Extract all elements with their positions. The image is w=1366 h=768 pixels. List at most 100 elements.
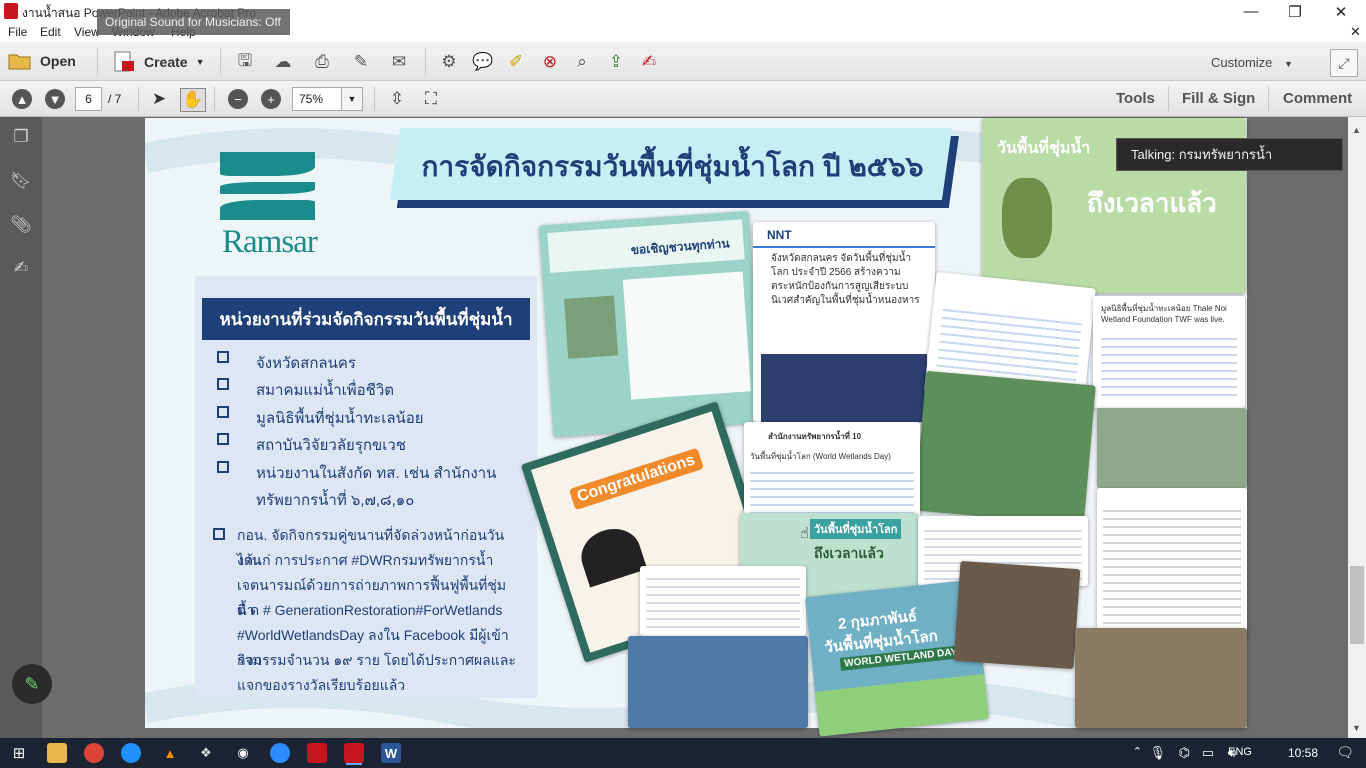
talking-indicator: Talking: กรมทรัพยากรน้ำ <box>1116 138 1343 171</box>
zoom-dropdown-chevron-icon[interactable]: ▼ <box>341 87 363 111</box>
facebook-comment-post-image <box>640 566 806 636</box>
facebook-text-post-image <box>1097 488 1247 638</box>
save-icon[interactable]: 🖫 <box>234 51 256 72</box>
toolbar-divider <box>138 87 139 111</box>
page-thumbnails-icon[interactable]: ❐ <box>10 127 32 147</box>
select-cursor-icon[interactable]: ➤ <box>148 89 170 109</box>
expand-icon[interactable]: ⤢ <box>1330 49 1358 77</box>
zoom-app-icon[interactable] <box>270 743 290 763</box>
foundation-live-post-image: มูลนิธิพื้นที่ชุ่มน้ำทะเลน้อย Thale Noi … <box>1093 296 1245 408</box>
word-icon[interactable]: W <box>381 743 401 763</box>
activity-paragraph-line: ติ ด # GenerationRestoration#ForWetlands <box>237 602 503 618</box>
attachment-icon[interactable]: 📎︎ <box>10 215 32 235</box>
windows-start-icon[interactable]: ⊞ <box>9 743 29 763</box>
maximize-button[interactable]: ❐ <box>1272 0 1318 23</box>
fill-sign-pane-button[interactable]: Fill & Sign <box>1182 90 1255 107</box>
doc-close-button[interactable]: ✕ <box>1350 24 1361 40</box>
chrome-icon[interactable] <box>84 743 104 763</box>
edge-icon[interactable] <box>121 743 141 763</box>
acrobat-active-icon[interactable] <box>344 743 364 763</box>
org-item-continued: ทรัพยากรน้ำที่ ๖,๗,๘,๑๐ <box>256 492 415 509</box>
comment-pane-button[interactable]: Comment <box>1283 90 1352 107</box>
main-toolbar: Open Create ▼ 🖫 ☁ ⎙ ✎ ✉ ⚙ 💬 ✐ ⊗ ⌕ ⇪ ✍ Cu… <box>0 42 1366 81</box>
vertical-scrollbar[interactable]: ▲ ▼ <box>1348 117 1366 738</box>
hand-cursor-icon: ☝ <box>800 525 810 542</box>
page-number-input[interactable]: 6 <box>75 87 102 111</box>
comment-bubble-icon[interactable]: 💬 <box>472 52 494 72</box>
menu-view[interactable]: View <box>74 25 100 39</box>
zoom-in-icon[interactable]: + <box>261 89 281 109</box>
scroll-up-icon[interactable]: ▲ <box>1352 125 1361 135</box>
toolbar-divider <box>1168 87 1169 111</box>
org-item: สถาบันวิจัยวลัยรุกขเวช <box>256 437 406 454</box>
file-explorer-icon[interactable] <box>47 743 67 763</box>
menu-file[interactable]: File <box>8 25 27 39</box>
fb-post-page-name: สำนักงานทรัพยากรน้ำที่ 10 <box>768 432 862 441</box>
close-button[interactable]: ✕ <box>1318 0 1364 23</box>
ramsar-logo: Ramsar <box>220 152 318 260</box>
checkbox-bullet <box>217 351 229 363</box>
customize-button[interactable]: Customize ▼ <box>1211 55 1293 70</box>
gear-icon[interactable]: ⚙ <box>438 52 460 72</box>
microphone-icon[interactable]: 🎙︎ <box>1149 745 1166 761</box>
signature-panel-icon[interactable]: ✍ <box>10 258 32 278</box>
language-indicator[interactable]: ENG <box>1228 746 1252 758</box>
activity-paragraph-line: กิจกรรมจำนวน ๑๙ ราย โดยได้ประกาศผลและ <box>237 652 516 668</box>
scrollbar-thumb[interactable] <box>1350 566 1364 644</box>
zoom-input[interactable]: 75% <box>292 87 342 111</box>
network-icon[interactable]: ⌬ <box>1179 745 1190 761</box>
navigation-toolbar: ▲ ▼ 6 / 7 ➤ ✋ − + 75% ▼ ⇳ ⛶ Tools Fill &… <box>0 81 1366 117</box>
scroll-down-icon[interactable]: ▼ <box>1352 723 1361 733</box>
tray-chevron-up-icon[interactable]: ⌃ <box>1133 745 1142 758</box>
open-label: Open <box>40 53 76 69</box>
minimize-button[interactable]: — <box>1228 0 1274 23</box>
open-button[interactable]: Open <box>8 51 76 71</box>
org-item: จังหวัดสกลนคร <box>256 355 356 372</box>
export-icon[interactable]: ⇪ <box>605 52 627 72</box>
app-icon[interactable]: ◉ <box>233 743 253 763</box>
create-button[interactable]: Create ▼ <box>112 51 205 73</box>
acrobat-icon[interactable] <box>307 743 327 763</box>
edit-pen-icon[interactable]: ✎ <box>12 664 52 704</box>
chevron-down-icon: ▼ <box>1284 59 1293 69</box>
edit-doc-icon[interactable]: ✎ <box>350 52 372 72</box>
next-page-icon[interactable]: ▼ <box>45 89 65 109</box>
sign-icon[interactable]: ✍ <box>638 52 660 72</box>
vlc-icon[interactable]: ▲ <box>160 743 180 763</box>
mail-icon[interactable]: ✉ <box>388 52 410 72</box>
fb-post-line: วันพื้นที่ชุ่มน้ำโลก (World Wetlands Day… <box>750 452 891 461</box>
windows-taskbar: ⊞ ▲ ❖ ◉ W ⌃ 🎙︎ ⌬ ▭ 🔊︎ ENG 10:58 🗨︎ <box>0 738 1366 768</box>
display-icon[interactable]: ▭ <box>1202 745 1214 761</box>
hand-tool-icon[interactable]: ✋ <box>180 88 206 112</box>
fit-page-icon[interactable]: ⇳ <box>386 89 408 109</box>
org-item: สมาคมแม่น้ำเพื่อชีวิต <box>256 382 394 399</box>
create-pdf-icon <box>114 51 134 72</box>
app-icon[interactable]: ❖ <box>196 743 216 763</box>
cloud-upload-icon[interactable]: ☁ <box>272 52 294 72</box>
zoom-out-icon[interactable]: − <box>228 89 248 109</box>
event-photo-collage <box>914 370 1096 526</box>
print-icon[interactable]: ⎙ <box>311 52 333 72</box>
nnt-headline: จังหวัดสกลนคร จัดวันพื้นที่ชุ่มน้ำโลก ปร… <box>771 253 920 306</box>
taskbar-clock[interactable]: 10:58 <box>1288 746 1318 760</box>
full-screen-icon[interactable]: ⛶ <box>420 89 442 109</box>
mid-banner-sub: ถึงเวลาแล้ว <box>814 545 884 561</box>
prev-page-icon[interactable]: ▲ <box>12 89 32 109</box>
toolbar-divider <box>425 48 426 75</box>
mid-banner-title: วันพื้นที่ชุ่มน้ำโลก <box>810 519 902 539</box>
org-item: หน่วยงานในสังกัด ทส. เช่น สำนักงาน <box>256 465 497 482</box>
checkbox-bullet <box>217 406 229 418</box>
acrobat-app-icon <box>4 3 18 19</box>
search-doc-icon[interactable]: ⌕ <box>571 52 593 72</box>
menu-edit[interactable]: Edit <box>40 25 61 39</box>
bookmark-icon[interactable]: 🔖︎ <box>10 171 32 191</box>
tools-pane-button[interactable]: Tools <box>1116 90 1155 107</box>
toolbar-divider <box>97 48 98 75</box>
notifications-icon[interactable]: 🗨︎ <box>1336 744 1354 761</box>
highlight-icon[interactable]: ✐ <box>505 52 527 72</box>
poster-title: วันพื้นที่ชุ่มน้ำ <box>997 140 1091 157</box>
toolbar-divider <box>220 48 221 75</box>
nnt-news-image: NNT จังหวัดสกลนคร จัดวันพื้นที่ชุ่มน้ำโล… <box>753 222 935 422</box>
folder-icon <box>8 54 31 70</box>
delete-page-icon[interactable]: ⊗ <box>539 52 561 72</box>
